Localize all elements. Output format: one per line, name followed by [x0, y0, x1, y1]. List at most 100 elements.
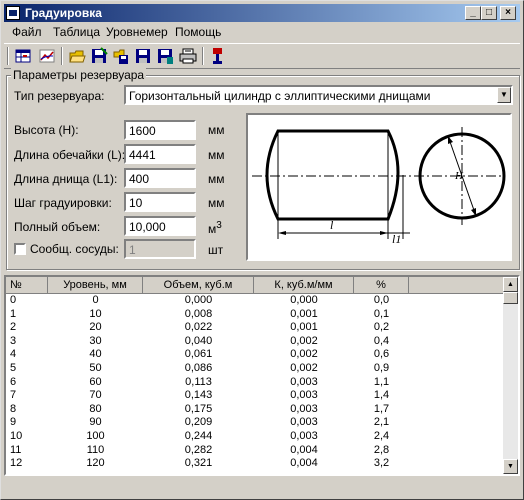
- table-cell: 0,003: [290, 375, 318, 388]
- table-cell: 0,001: [290, 321, 318, 334]
- menu-file[interactable]: Файл: [12, 25, 42, 39]
- menu-help[interactable]: Помощь: [175, 25, 221, 39]
- table-cell: 0,002: [290, 362, 318, 374]
- linked-vessels-label: Сообщ. сосуды:: [30, 242, 119, 256]
- shell-length-input[interactable]: 4441: [124, 144, 196, 164]
- linked-vessels-checkbox[interactable]: [14, 243, 26, 255]
- scroll-thumb[interactable]: [503, 292, 518, 304]
- full-volume-input[interactable]: 10,000: [124, 216, 196, 236]
- scroll-up-icon[interactable]: ▲: [503, 277, 518, 292]
- save-alt-icon[interactable]: [156, 47, 174, 65]
- export-icon[interactable]: [134, 47, 152, 65]
- table-row[interactable]: 10 100 0,244 0,003 2,4: [6, 430, 506, 444]
- table-cell: 0,2: [373, 321, 390, 334]
- table-cell: 1,7: [373, 402, 390, 415]
- open-icon[interactable]: [68, 47, 86, 65]
- table-row[interactable]: 3 30 0,040 0,002 0,4: [6, 335, 506, 349]
- linked-vessels-unit: шт: [208, 243, 224, 257]
- col-header-level[interactable]: Уровень, мм: [48, 277, 143, 294]
- full-volume-label: Полный объем:: [14, 220, 101, 234]
- chevron-down-icon[interactable]: ▼: [497, 87, 511, 103]
- table-cell: 0,113: [185, 375, 212, 388]
- table-cell: 0,244: [184, 430, 213, 442]
- title-bar[interactable]: Градуировка _ □ ×: [4, 4, 520, 22]
- table-row[interactable]: 8 80 0,175 0,003 1,7: [6, 403, 506, 417]
- full-volume-unit-text: м: [208, 222, 217, 236]
- menu-level-gauge[interactable]: Уровнемер: [106, 25, 168, 39]
- table-row[interactable]: 2 20 0,022 0,001 0,2: [6, 321, 506, 336]
- bottom-length-unit: мм: [208, 172, 225, 186]
- diagram-label-l1: l1: [392, 232, 401, 246]
- table-cell: 0,061: [184, 348, 213, 361]
- chart-icon[interactable]: [38, 47, 56, 65]
- table-cell: 100: [86, 430, 105, 442]
- table-cell: 0,4: [373, 334, 390, 347]
- height-label: Высота (H):: [14, 123, 79, 137]
- table-cell: 0,004: [290, 443, 318, 456]
- table-cell: 120: [86, 457, 105, 470]
- height-unit: мм: [208, 123, 225, 137]
- table-cell: 1: [10, 307, 17, 320]
- table-row[interactable]: 6 60 0,113 0,003 1,1: [6, 376, 506, 390]
- scroll-down-icon[interactable]: ▼: [503, 459, 518, 474]
- vertical-scrollbar[interactable]: ▲ ▼: [503, 277, 518, 474]
- exit-icon[interactable]: [210, 47, 228, 65]
- bottom-length-input[interactable]: 400: [124, 168, 196, 188]
- table-cell: 0,003: [290, 389, 318, 402]
- table-cell: 0,003: [290, 416, 318, 429]
- table-cell: 0,086: [184, 362, 213, 374]
- col-header-k[interactable]: К, куб.м/мм: [254, 277, 354, 294]
- tank-diagram: l l1 H: [246, 113, 512, 261]
- diagram-label-h: H: [454, 170, 464, 182]
- close-button[interactable]: ×: [500, 6, 516, 20]
- table-icon[interactable]: [14, 47, 32, 65]
- table-cell: 3,2: [373, 457, 390, 470]
- linked-vessels-input[interactable]: 1: [124, 239, 196, 259]
- save-icon[interactable]: [90, 47, 108, 65]
- table-cell: 0,282: [184, 443, 213, 456]
- tank-drawing: l l1 H: [252, 127, 506, 246]
- full-volume-unit: м3: [208, 220, 222, 236]
- table-cell: 0: [10, 294, 17, 306]
- menu-bar: Файл Таблица Уровнемер Помощь: [4, 23, 520, 41]
- table-cell: 90: [89, 416, 102, 429]
- table-cell: 0,003: [290, 402, 318, 415]
- table-cell: 2: [10, 321, 17, 334]
- col-header-number[interactable]: №: [6, 277, 48, 294]
- col-header-volume[interactable]: Объем, куб.м: [143, 277, 254, 294]
- table-row[interactable]: 11 110 0,282 0,004 2,8: [6, 444, 506, 458]
- height-input[interactable]: 1600: [124, 120, 196, 140]
- table-cell: 0,143: [184, 389, 213, 402]
- save-as-icon[interactable]: [112, 47, 130, 65]
- print-icon[interactable]: [179, 47, 197, 65]
- table-cell: 9: [10, 416, 17, 429]
- tank-type-label: Тип резервуара:: [14, 89, 105, 103]
- table-row[interactable]: 5 50 0,086 0,002 0,9: [6, 362, 506, 376]
- toolbar: [4, 43, 520, 69]
- table-cell: 4: [10, 348, 17, 361]
- table-row[interactable]: 9 90 0,209 0,003 2,1: [6, 416, 506, 431]
- minimize-button[interactable]: _: [465, 6, 481, 20]
- table-cell: 2,4: [373, 430, 390, 442]
- col-header-percent[interactable]: %: [354, 277, 409, 294]
- table-cell: 0,0: [373, 294, 390, 306]
- table-cell: 0,6: [373, 348, 390, 361]
- table-cell: 0,9: [373, 362, 390, 374]
- table-cell: 6: [10, 375, 17, 388]
- table-cell: 7: [10, 389, 17, 402]
- app-icon: [6, 6, 20, 20]
- table-row[interactable]: 12 120 0,321 0,004 3,2: [6, 457, 506, 472]
- table-cell: 0,040: [184, 334, 213, 347]
- step-input[interactable]: 10: [124, 192, 196, 212]
- table-cell: 0,209: [184, 416, 213, 429]
- table-cell: 0,008: [184, 307, 213, 320]
- table-row[interactable]: 4 40 0,061 0,002 0,6: [6, 348, 506, 363]
- table-row[interactable]: 0 0 0,000 0,000 0,0: [6, 294, 506, 308]
- maximize-button[interactable]: □: [481, 6, 497, 20]
- calibration-table: № Уровень, мм Объем, куб.м К, куб.м/мм %…: [4, 275, 520, 476]
- table-row[interactable]: 1 10 0,008 0,001 0,1: [6, 308, 506, 322]
- menu-table[interactable]: Таблица: [53, 25, 100, 39]
- tank-type-select[interactable]: Горизонтальный цилиндр с эллиптическими …: [124, 85, 513, 105]
- table-row[interactable]: 7 70 0,143 0,003 1,4: [6, 389, 506, 404]
- tank-type-value: Горизонтальный цилиндр с эллиптическими …: [129, 89, 431, 103]
